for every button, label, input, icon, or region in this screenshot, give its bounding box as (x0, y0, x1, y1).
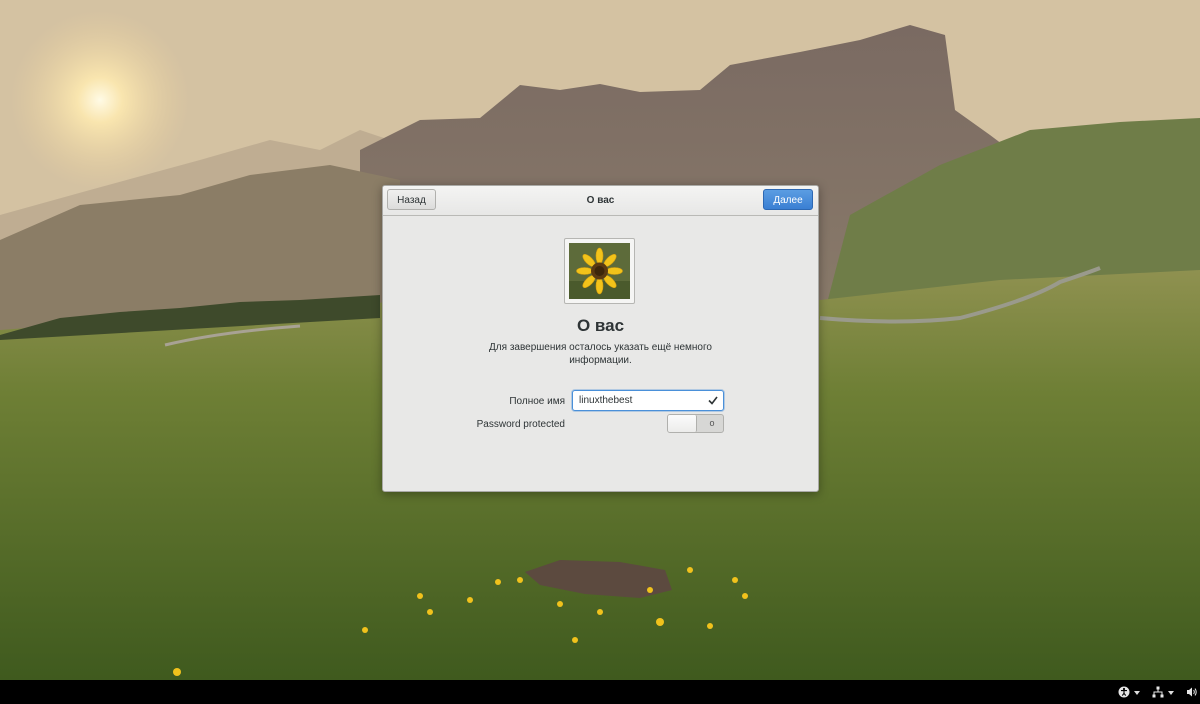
bottom-panel (0, 680, 1200, 704)
volume-icon (1187, 687, 1197, 697)
switch-off-mark: o (709, 418, 715, 428)
full-name-value: linuxthebest (579, 395, 633, 406)
network-icon (1152, 686, 1164, 698)
full-name-input[interactable]: linuxthebest (572, 390, 724, 411)
header-title: О вас (586, 195, 615, 206)
check-icon (708, 396, 718, 405)
avatar-button[interactable] (564, 238, 635, 304)
next-button[interactable]: Далее (763, 189, 813, 210)
about-you-dialog: Назад О вас Далее О вас Для завершения о… (382, 185, 819, 492)
password-protected-switch[interactable]: o (667, 414, 724, 433)
sunflower-avatar-image (569, 243, 630, 299)
header-bar: Назад О вас Далее (383, 186, 818, 216)
chevron-down-icon (1168, 691, 1174, 695)
page-title: О вас (576, 316, 625, 335)
full-name-label: Полное имя (509, 396, 565, 407)
chevron-down-icon (1134, 691, 1140, 695)
page-subtitle: Для завершения осталось указать ещё немн… (489, 342, 712, 366)
password-protected-label: Password protected (476, 419, 565, 430)
accessibility-icon (1118, 686, 1130, 698)
switch-knob[interactable] (668, 415, 697, 432)
